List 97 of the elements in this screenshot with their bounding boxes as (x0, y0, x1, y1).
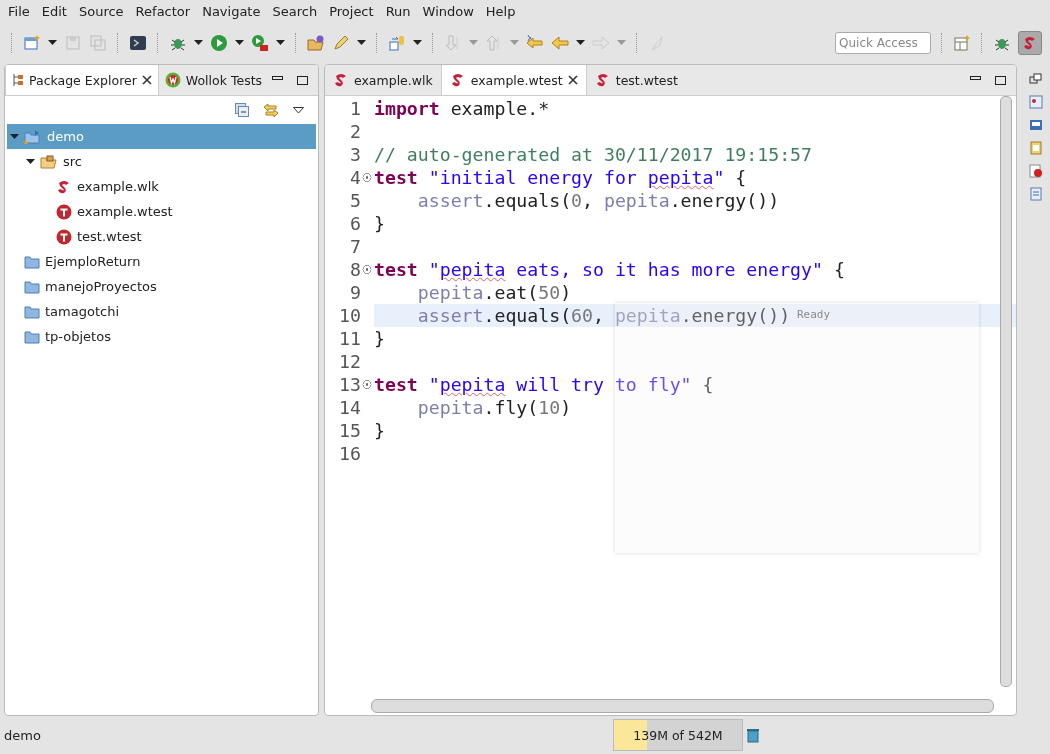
clipboard-icon[interactable] (1029, 141, 1043, 155)
line-number: 10 (338, 304, 362, 327)
open-perspective-icon[interactable] (953, 34, 971, 52)
dropdown-caret-icon[interactable] (48, 40, 57, 46)
run-tool-icon[interactable] (251, 34, 269, 52)
code-line: assert.equals(0, pepita.energy()) (416, 189, 780, 212)
package-folder-icon (40, 154, 58, 169)
view-menu-icon[interactable] (293, 106, 304, 114)
code-line: // auto-generated at 30/11/2017 19:15:57 (374, 143, 812, 166)
dropdown-caret-icon[interactable] (413, 40, 422, 46)
run-icon[interactable] (210, 34, 228, 52)
editor-tab[interactable]: test.wtest (586, 65, 686, 95)
line-number: 11 (338, 327, 362, 350)
heap-reading: 139M of 542M (633, 727, 723, 743)
line-number: 5 (349, 189, 362, 212)
menu-item[interactable]: Run (379, 3, 417, 19)
code-line: } (374, 419, 385, 442)
close-icon[interactable] (567, 75, 578, 85)
tree-item[interactable]: EjemploReturn (7, 249, 316, 274)
menu-item[interactable]: Help (479, 3, 522, 19)
horizontal-scrollbar[interactable] (371, 699, 994, 713)
dropdown-caret-icon[interactable] (576, 40, 585, 46)
tree-item[interactable]: src (7, 149, 316, 174)
quick-access-field[interactable]: Quick Access (835, 32, 931, 54)
line-number: 1 (349, 97, 362, 120)
new-wizard-icon[interactable] (23, 34, 41, 52)
collapse-all-icon[interactable] (235, 103, 249, 117)
back-arrow-icon[interactable] (551, 34, 569, 52)
status-text: demo (4, 727, 41, 743)
vertical-scrollbar[interactable] (1000, 96, 1012, 687)
minimize-icon[interactable] (970, 75, 981, 80)
code-line: } (374, 327, 385, 350)
line-number: 3 (349, 143, 362, 166)
line-number: 2 (349, 120, 362, 143)
test-file-icon (56, 228, 72, 245)
link-editor-icon[interactable] (263, 102, 279, 118)
close-icon[interactable] (141, 75, 152, 85)
dropdown-caret-icon[interactable] (357, 40, 366, 46)
dropdown-caret-icon[interactable] (276, 40, 285, 46)
terminal-icon[interactable] (129, 34, 147, 52)
test-file-icon (56, 203, 72, 220)
menu-item[interactable]: Source (72, 3, 130, 19)
code-line: } (374, 212, 385, 235)
menu-item[interactable]: Refactor (129, 3, 197, 19)
menu-item[interactable]: Window (416, 3, 480, 19)
code-line: test "initial energy for pepita" { (374, 166, 747, 189)
folder-icon (24, 304, 40, 319)
menu-item[interactable]: Navigate (196, 3, 267, 19)
wollok-tests-icon (164, 72, 181, 88)
line-number: 9 (349, 281, 362, 304)
code-line: test "pepita eats, so it has more energy" { (374, 258, 845, 281)
pen-icon[interactable] (332, 34, 350, 52)
line-number: 14 (338, 396, 362, 419)
package-tree-icon (12, 73, 24, 87)
minimize-icon[interactable] (272, 75, 283, 80)
open-folder-icon[interactable] (307, 34, 325, 52)
code-line: import example.* (374, 97, 550, 120)
build-icon[interactable] (388, 34, 406, 52)
folder-icon (24, 279, 40, 294)
tree-item[interactable]: example.wlk (7, 174, 316, 199)
line-number: 16 (338, 442, 362, 465)
editor-tab[interactable]: example.wtest (440, 65, 587, 95)
tree-item[interactable]: tamagotchi (7, 299, 316, 324)
code-line: test "pepita will try to fly" { (374, 373, 714, 396)
tree-item[interactable]: test.wtest (7, 224, 316, 249)
code-line: pepita.fly(10) (416, 396, 572, 419)
menu-item[interactable]: Project (323, 3, 380, 19)
menu-item[interactable]: Edit (35, 3, 73, 19)
expand-arrow-icon[interactable] (25, 157, 35, 166)
project-folder-icon (24, 128, 42, 145)
view-tab[interactable]: Wollok Tests (158, 65, 269, 95)
menu-item[interactable]: File (2, 3, 36, 19)
trash-icon[interactable] (746, 727, 760, 743)
tree-item[interactable]: manejoProyectos (7, 274, 316, 299)
code-line: pepita.eat(50) (416, 281, 572, 304)
line-number: 15 (338, 419, 362, 442)
line-number: 6 (349, 212, 362, 235)
view-tab[interactable]: Package Explorer (5, 65, 159, 95)
menu-item[interactable]: Search (266, 3, 324, 19)
error-icon[interactable] (1029, 164, 1043, 178)
tree-item[interactable]: tp-objetos (7, 324, 316, 349)
last-edit-icon[interactable] (526, 34, 544, 52)
hierarchy-icon[interactable] (1029, 95, 1043, 109)
popup-title: Ready (797, 307, 831, 321)
folder-icon (24, 254, 40, 269)
dropdown-caret-icon[interactable] (194, 40, 203, 46)
restore-icon[interactable] (1029, 72, 1043, 86)
tree-item[interactable]: example.wtest (7, 199, 316, 224)
editor-tab[interactable]: example.wlk (325, 65, 441, 95)
maximize-icon[interactable] (297, 75, 308, 85)
wollok-perspective-button[interactable] (1018, 31, 1042, 55)
console-icon[interactable] (1029, 118, 1043, 132)
dropdown-caret-icon[interactable] (235, 40, 244, 46)
maximize-icon[interactable] (995, 75, 1006, 85)
folder-icon (24, 329, 40, 344)
line-number: 12 (338, 350, 362, 373)
line-number: 7 (349, 235, 362, 258)
